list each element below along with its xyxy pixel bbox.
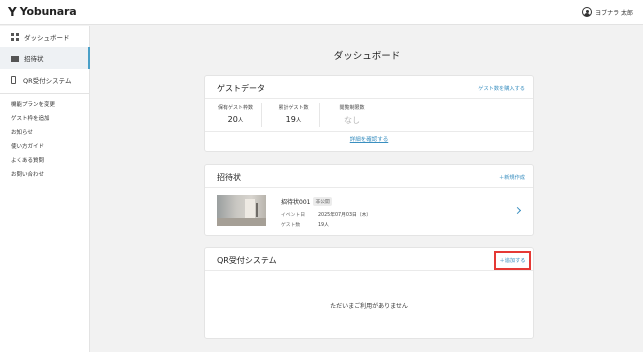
sidebar-item-invitation[interactable]: 招待状 [0,47,90,69]
empty-state-text: ただいまご利用がありません [330,303,408,310]
link-guide[interactable]: 使い方ガイド [11,142,44,150]
sidebar-divider [0,93,90,94]
invitation-card: 招待状 ＋新規作成 招待状001 非公開 イベント日 2025年07月03日（木）… [204,164,534,236]
page-title: ダッシュボード [333,51,401,62]
buy-guests-link[interactable]: ゲスト数を購入する [478,85,525,92]
add-qr-button[interactable]: ＋追加する [494,251,531,270]
chevron-right-icon[interactable] [513,206,522,215]
thumbnail-detail [256,203,258,217]
guest-data-card: ゲストデータ ゲスト数を購入する 保有ゲスト枠数 20人 累計ゲスト数 19人 … [204,75,534,152]
event-date-row: イベント日 2025年07月03日（木） [281,211,371,218]
sidebar-item-label: QR受付システム [23,77,72,85]
sidebar-item-qr-system[interactable]: QR受付システム [0,69,90,91]
view-details-link[interactable]: 詳細を確認する [205,135,533,143]
stat-value: 19人 [285,115,302,124]
main-content: ダッシュボード ゲストデータ ゲスト数を購入する 保有ゲスト枠数 20人 累計ゲ… [91,26,643,352]
link-add-guest-slots[interactable]: ゲスト枠を追加 [11,114,50,122]
sidebar-item-dashboard[interactable]: ダッシュボード [0,26,90,48]
grid-icon [11,33,19,41]
qr-system-card: QR受付システム ＋追加する ただいまご利用がありません [204,247,534,339]
card-header: QR受付システム ＋追加する [205,248,533,271]
logo[interactable]: Y Yobunara [8,5,77,19]
link-faq[interactable]: よくある質問 [11,156,44,164]
divider [205,131,533,132]
status-badge: 非公開 [313,197,332,206]
logo-mark-icon: Y [8,5,17,19]
card-title: ゲストデータ [217,84,265,93]
link-change-plan[interactable]: 機能プランを変更 [11,100,55,108]
thumbnail-detail [217,218,266,226]
user-name: ヨブナラ 太郎 [595,9,633,17]
stat-view-limit: 閲覧制限数 なし [326,103,378,127]
sidebar-item-label: 招待状 [24,55,44,63]
link-contact[interactable]: お問い合わせ [11,170,44,178]
sidebar: ダッシュボード 招待状 QR受付システム 機能プランを変更 ゲスト枠を追加 お知… [0,26,90,352]
stat-owned-slots: 保有ゲスト枠数 20人 [210,103,262,127]
logo-text: Yobunara [19,5,77,18]
phone-icon [11,76,16,84]
card-header: 招待状 ＋新規作成 [205,165,533,188]
link-news[interactable]: お知らせ [11,128,33,136]
user-menu[interactable]: ヨブナラ 太郎 [582,7,633,17]
invitation-thumbnail[interactable] [217,195,266,226]
create-invitation-link[interactable]: ＋新規作成 [499,174,525,181]
event-date-label: イベント日 [281,213,305,218]
card-header: ゲストデータ ゲスト数を購入する [205,76,533,99]
guest-count-label: ゲスト数 [281,223,301,228]
user-circle-icon [582,7,593,17]
stat-label: 累計ゲスト数 [278,105,309,111]
guest-count-row: ゲスト数 19人 [281,221,329,228]
card-title: QR受付システム [217,256,277,265]
mail-icon [11,55,19,62]
stat-value: 20人 [227,115,244,124]
thumbnail-detail [245,199,255,219]
guest-stats: 保有ゲスト枠数 20人 累計ゲスト数 19人 閲覧制限数 なし [210,103,378,127]
stat-value: なし [344,116,360,125]
event-date-value: 2025年07月03日（木） [318,213,372,218]
guest-count-value: 19人 [318,223,329,228]
card-title: 招待状 [217,173,241,182]
stat-label: 保有ゲスト枠数 [217,105,253,111]
sidebar-item-label: ダッシュボード [24,34,70,42]
stat-label: 閲覧制限数 [339,105,365,111]
top-header: Y Yobunara ヨブナラ 太郎 [0,0,643,25]
invitation-name[interactable]: 招待状001 非公開 [281,197,332,206]
stat-total-guests: 累計ゲスト数 19人 [268,103,320,127]
